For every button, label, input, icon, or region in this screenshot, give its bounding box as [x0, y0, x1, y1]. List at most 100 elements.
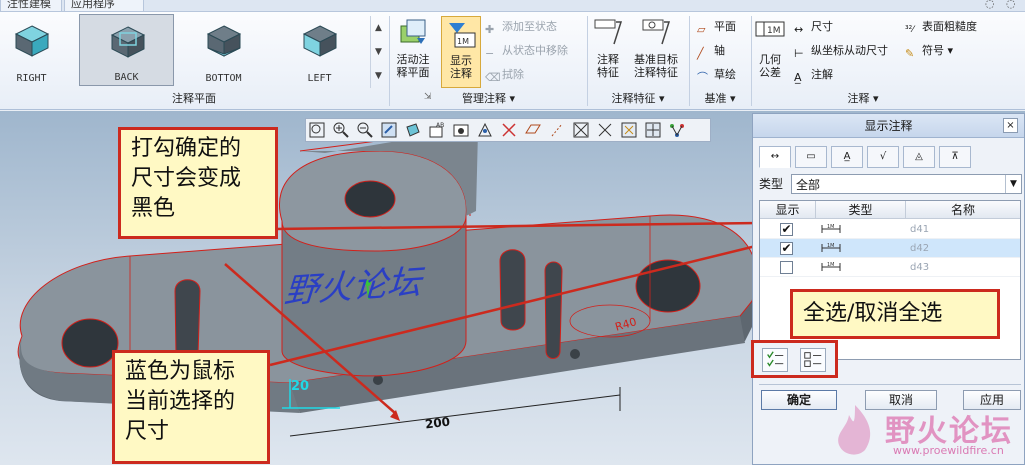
group-label-datum[interactable]: 基准 ▾ — [690, 90, 750, 108]
spin-center-icon[interactable] — [644, 121, 664, 139]
close-icon[interactable]: × — [1003, 118, 1018, 133]
scroll-up-icon[interactable]: ▲ — [371, 16, 386, 40]
perspective-icon[interactable] — [476, 121, 496, 139]
gallery-expand-icon[interactable]: ▼ — [371, 64, 386, 88]
gallery-item-back[interactable]: BACK — [79, 14, 174, 86]
table-row[interactable]: 1M d43 — [760, 258, 1020, 277]
gallery-item-right[interactable]: RIGHT — [0, 14, 79, 86]
dimension-type-icon: 1M — [821, 262, 841, 271]
show-annotation-button[interactable]: 1M 显示 注释 — [441, 16, 481, 88]
dimension-icon: ↔ — [770, 151, 780, 162]
saved-views-icon[interactable]: AB — [428, 121, 448, 139]
column-header-type[interactable]: 类型 — [816, 201, 906, 219]
refit-icon[interactable] — [308, 121, 328, 139]
remove-state-icon: − — [485, 47, 495, 60]
svg-text:1M: 1M — [827, 224, 835, 230]
minimize-ribbon-icon[interactable]: ◌ — [1006, 0, 1016, 10]
remove-from-state-button[interactable]: − 从状态中移除 — [485, 41, 568, 61]
repaint-icon[interactable] — [380, 121, 400, 139]
zoom-in-icon[interactable] — [332, 121, 352, 139]
sketch-button[interactable]: ⌒ 草绘 — [697, 65, 736, 85]
column-header-show[interactable]: 显示 — [760, 201, 816, 219]
annotation-display-icon[interactable] — [620, 121, 640, 139]
erase-button[interactable]: ⌫拭除 — [485, 65, 524, 85]
symbol-icon: ◬ — [915, 151, 923, 162]
3d-text-annotation: 野火论坛 — [282, 262, 423, 312]
geometric-tolerance-button[interactable]: 1M 几何 公差 — [752, 16, 788, 88]
annotation-feature-button[interactable]: 注释 特征 — [590, 16, 626, 88]
select-buttons-group — [751, 340, 838, 378]
show-checkbox[interactable] — [780, 261, 793, 274]
help-icon[interactable]: ◌ — [985, 0, 995, 10]
annotation-feature-icon — [594, 19, 623, 45]
tab-notes[interactable]: A̲ — [831, 146, 863, 168]
annotation-name: d42 — [910, 243, 930, 254]
note-icon: A̲ — [794, 71, 802, 84]
height-dimension-selected[interactable]: 20 — [291, 379, 309, 394]
deselect-all-icon — [804, 352, 822, 367]
svg-text:1M: 1M — [827, 243, 835, 249]
note-button[interactable]: A̲ 注解 — [794, 65, 833, 85]
annotation-name: d43 — [910, 262, 930, 273]
datum-target-annotation-feature-button[interactable]: 基准目标 注释特征 — [629, 16, 683, 88]
deselect-all-button[interactable] — [800, 348, 826, 372]
tab-annotate-modeling[interactable]: 注性建模 — [0, 0, 62, 12]
group-label-annotation-feature[interactable]: 注释特征 ▾ — [588, 90, 688, 108]
network-icon[interactable] — [668, 121, 688, 139]
activate-annotation-plane-button[interactable]: 活动注 释平面 — [391, 16, 435, 88]
dimension-button[interactable]: ↔ 尺寸 — [794, 17, 833, 37]
show-checkbox[interactable]: ✔ — [780, 242, 793, 255]
plane-icon: ▱ — [697, 23, 706, 36]
column-header-name[interactable]: 名称 — [906, 201, 1020, 219]
datum-plane-button[interactable]: ▱ 平面 — [697, 17, 736, 37]
cube-view-icon — [110, 26, 146, 58]
group-label-manage[interactable]: 管理注释 ▾ — [391, 90, 586, 108]
show-checkbox[interactable]: ✔ — [780, 223, 793, 236]
scroll-down-icon[interactable]: ▼ — [371, 40, 386, 64]
group-label-annotation[interactable]: 注释 ▾ — [752, 90, 974, 108]
cube-view-icon — [14, 25, 50, 57]
type-select[interactable]: 全部 ▼ — [791, 174, 1022, 194]
chevron-down-icon[interactable]: ▼ — [1005, 175, 1021, 193]
csys-display-icon[interactable] — [596, 121, 616, 139]
tab-applications[interactable]: 应用程序 — [64, 0, 144, 12]
table-row[interactable]: ✔ 1M d42 — [760, 239, 1020, 258]
callout-select-all: 全选/取消全选 — [790, 289, 1000, 339]
view-toolbar: AB — [305, 118, 711, 142]
tab-datum-targets[interactable]: ⊼ — [939, 146, 971, 168]
symbol-button[interactable]: ✎ 符号 ▾ — [905, 41, 953, 61]
table-row[interactable]: ✔ 1M d41 — [760, 220, 1020, 239]
add-to-state-button[interactable]: ✚ 添加至状态 — [485, 17, 557, 37]
point-display-icon[interactable] — [572, 121, 592, 139]
dialog-tabs: ↔ ▭ A̲ √ ◬ ⊼ — [759, 146, 1019, 168]
geometric-tolerance-icon: ▭ — [806, 151, 816, 162]
ordinate-dimension-icon: ⊢ — [794, 47, 804, 60]
view-manager-icon[interactable] — [452, 121, 472, 139]
ribbon-tab-strip: 注性建模 应用程序 ◌ ◌ — [0, 0, 1025, 12]
callout-checked-dimension: 打勾确定的 尺寸会变成 黑色 — [118, 127, 278, 239]
datum-display-icon[interactable] — [500, 121, 520, 139]
gallery-scrollbar[interactable]: ▲ ▼ ▼ — [370, 16, 386, 88]
tab-surface-finish[interactable]: √ — [867, 146, 899, 168]
ribbon: RIGHT BACK BOTTOM LEFT ▲ ▼ ▼ 注释平面 ⇲ 活动注 … — [0, 12, 1025, 110]
datum-axis-button[interactable]: ╱ 轴 — [697, 41, 725, 61]
tab-geometric-tolerances[interactable]: ▭ — [795, 146, 827, 168]
annotation-name: d41 — [910, 224, 930, 235]
zoom-out-icon[interactable] — [356, 121, 376, 139]
svg-text:1M: 1M — [457, 37, 469, 46]
cube-view-icon — [302, 25, 338, 57]
gallery-item-left[interactable]: LEFT — [272, 14, 367, 86]
ordinate-dimension-button[interactable]: ⊢ 纵坐标从动尺寸 — [794, 41, 888, 61]
shading-icon[interactable] — [404, 121, 424, 139]
axis-display-icon[interactable] — [548, 121, 568, 139]
svg-text:1M: 1M — [767, 26, 781, 36]
select-all-button[interactable] — [762, 348, 788, 372]
surface-roughness-button[interactable]: ³²⁄ 表面粗糙度 — [905, 17, 977, 37]
gallery-item-bottom[interactable]: BOTTOM — [176, 14, 271, 86]
tab-symbols[interactable]: ◬ — [903, 146, 935, 168]
tab-dimensions[interactable]: ↔ — [759, 146, 791, 168]
plane-display-icon[interactable] — [524, 121, 544, 139]
datum-target-icon: ⊼ — [951, 151, 959, 162]
svg-text:1M: 1M — [827, 262, 835, 268]
svg-text:AB: AB — [436, 122, 444, 129]
